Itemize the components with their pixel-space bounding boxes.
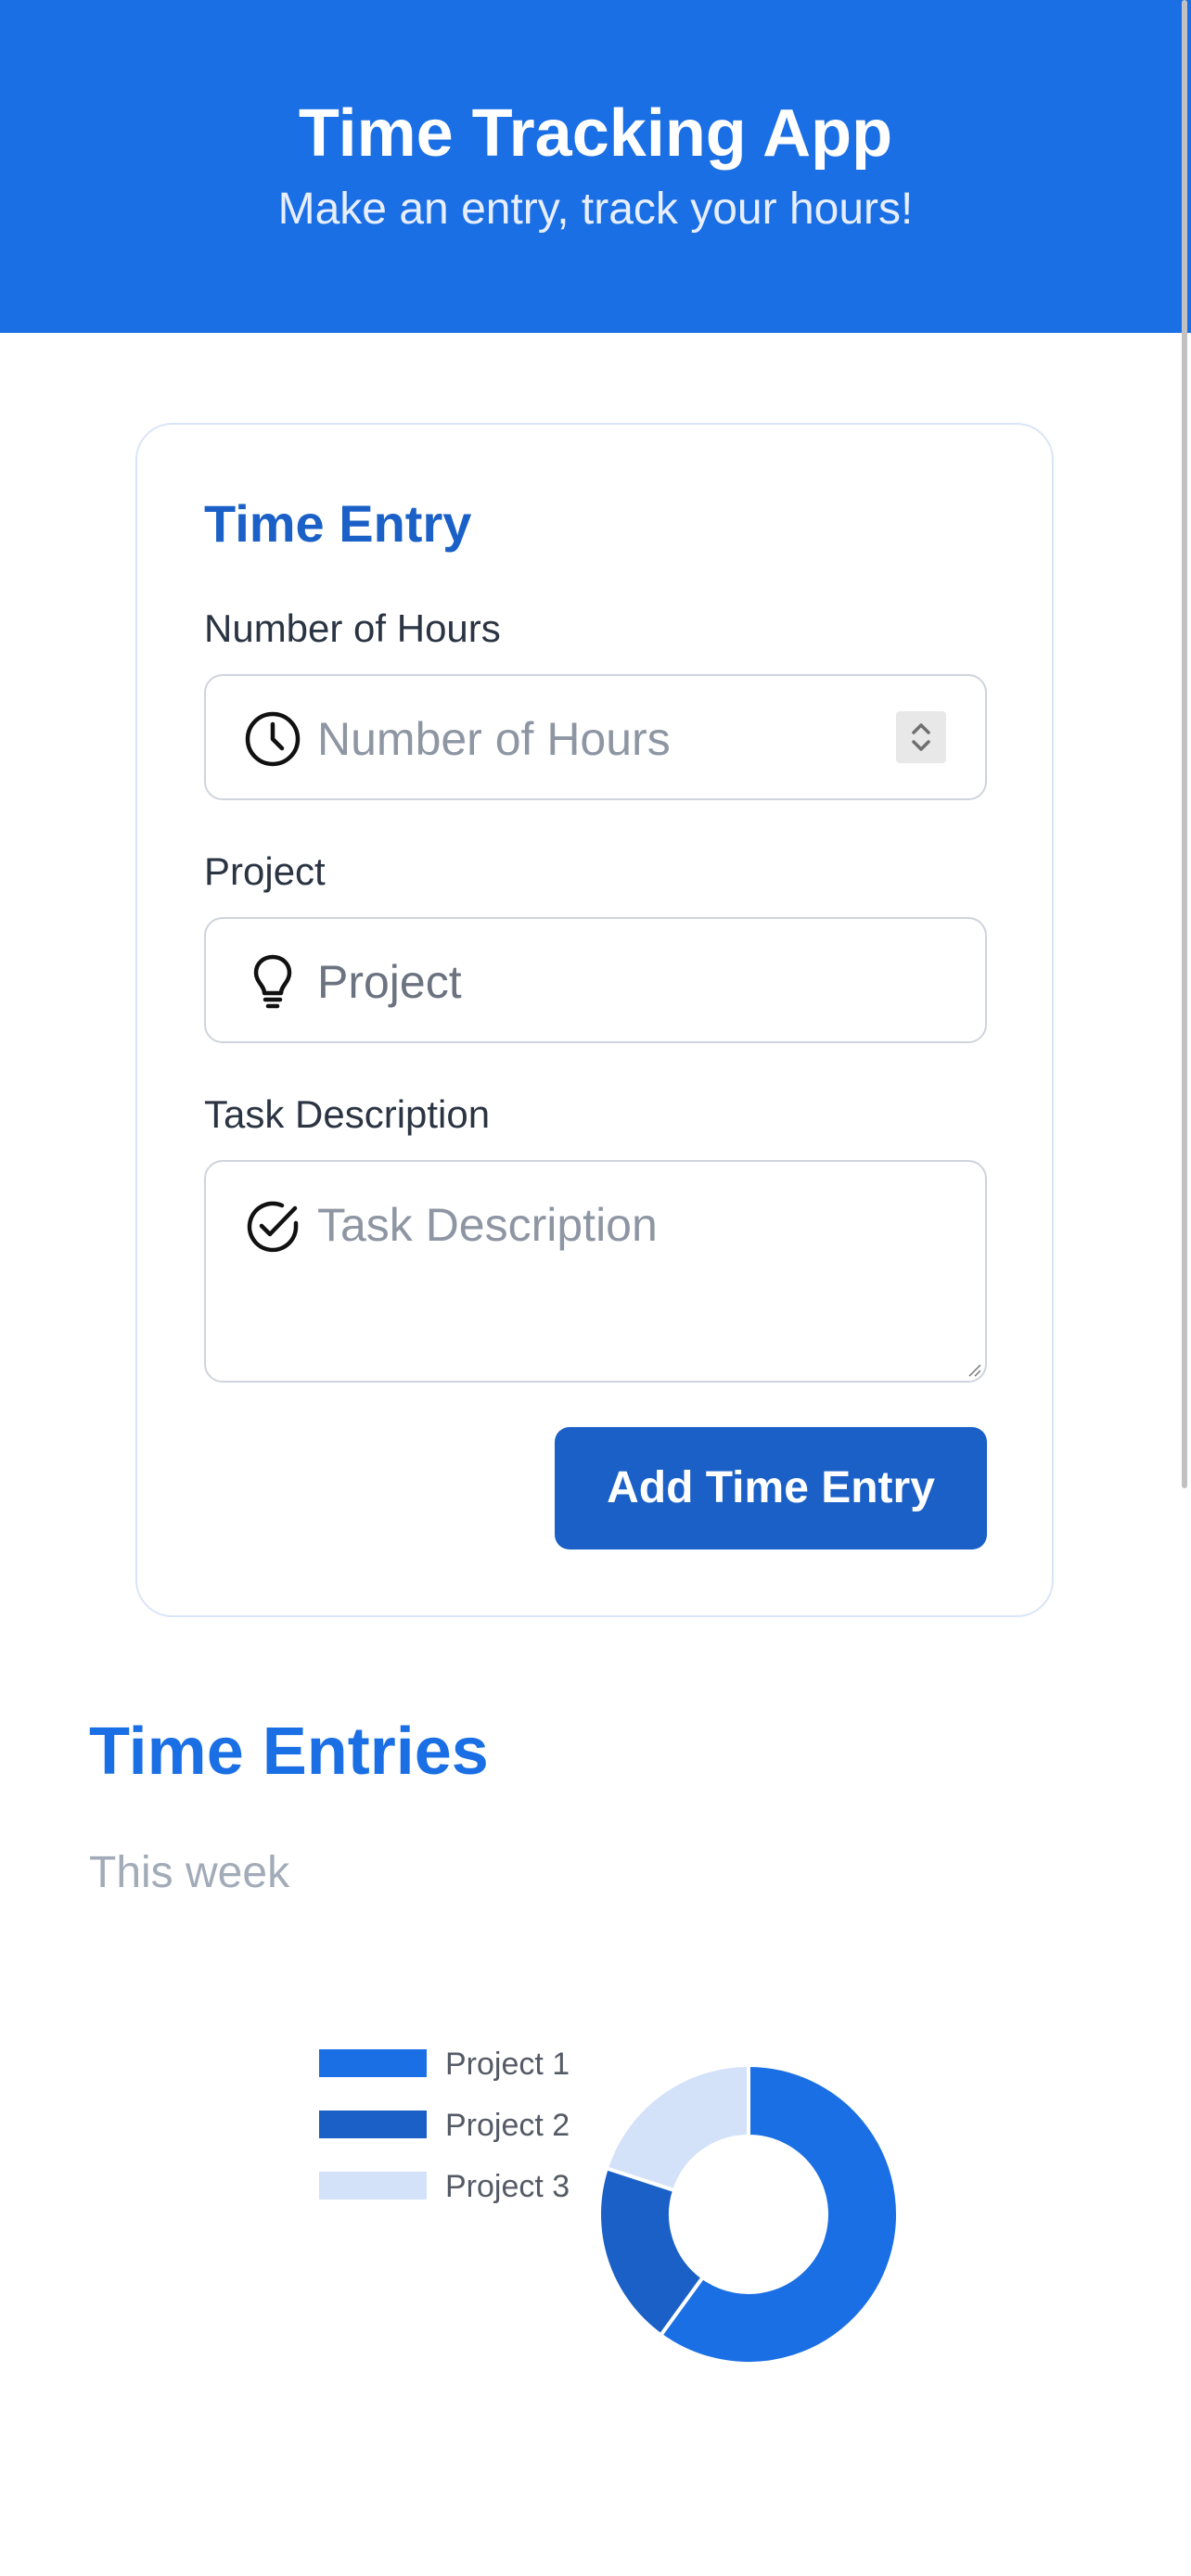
project-label: Project [204, 849, 326, 893]
time-entries-period: This week [89, 1848, 290, 1897]
description-label: Task Description [204, 1092, 491, 1136]
clock-icon [243, 709, 302, 769]
app-subtitle: Make an entry, track your hours! [277, 185, 914, 234]
doughnut-chart: Project 1 Project 2 Project 3 [319, 2047, 900, 2366]
project-placeholder: Project [317, 956, 462, 1008]
description-placeholder: Task Description [317, 1199, 658, 1251]
time-entries-chart: Project 1 Project 2 Project 3 [0, 2021, 1191, 2448]
description-textarea[interactable]: Task Description [204, 1160, 987, 1383]
hours-label: Number of Hours [204, 606, 501, 650]
time-entry-title: Time Entry [204, 494, 472, 553]
hours-stepper[interactable] [896, 711, 946, 763]
lightbulb-icon [243, 952, 302, 1012]
legend-label[interactable]: Project 3 [445, 2169, 570, 2204]
page-scrollbar[interactable] [1182, 0, 1187, 1488]
check-circle-icon [243, 1197, 302, 1256]
resize-handle-icon[interactable] [967, 1362, 981, 1377]
legend-label[interactable]: Project 1 [445, 2047, 570, 2082]
legend-label[interactable]: Project 2 [445, 2108, 570, 2143]
hours-input[interactable]: Number of Hours [204, 674, 987, 800]
add-time-entry-button[interactable]: Add Time Entry [555, 1427, 987, 1549]
time-entries-title: Time Entries [89, 1715, 489, 1789]
hours-placeholder: Number of Hours [317, 713, 671, 765]
app-header: Time Tracking App Make an entry, track y… [0, 0, 1191, 333]
app-title: Time Tracking App [298, 96, 893, 171]
slice-project-3[interactable] [604, 2062, 750, 2193]
legend-swatch [319, 2172, 427, 2200]
project-input[interactable]: Project [204, 917, 987, 1043]
legend-swatch [319, 2049, 427, 2077]
legend-swatch [319, 2111, 427, 2138]
